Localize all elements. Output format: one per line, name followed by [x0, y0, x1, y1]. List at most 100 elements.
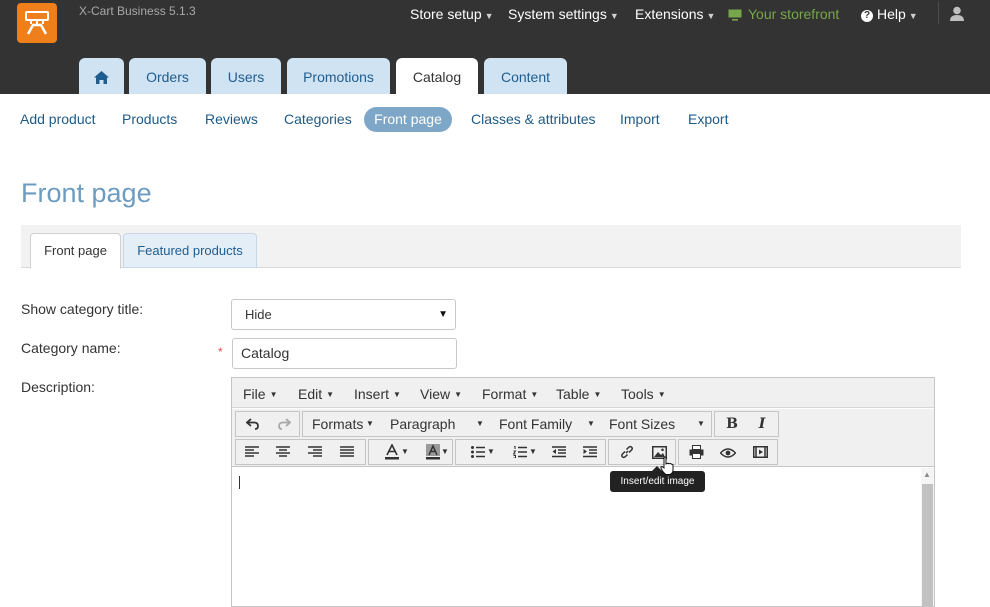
indent-button[interactable] [576, 440, 604, 464]
category-name-input[interactable]: Catalog [232, 338, 457, 369]
menu-format[interactable]: Format ▼ [482, 386, 538, 402]
align-left-icon [245, 446, 259, 457]
outdent-button[interactable] [545, 440, 573, 464]
align-left-button[interactable] [238, 440, 266, 464]
tab-users[interactable]: Users [211, 58, 281, 94]
description-label: Description: [21, 379, 95, 395]
justify-button[interactable] [333, 440, 361, 464]
format-dropdowns-group: Formats ▼ Paragraph ▼ Font Family ▼ Font… [302, 411, 712, 437]
justify-icon [340, 446, 354, 457]
formats-label: Formats [312, 416, 364, 432]
scroll-up-arrow-icon[interactable]: ▲ [923, 470, 931, 479]
italic-button[interactable]: I [749, 412, 775, 436]
subnav-add-product[interactable]: Add product [20, 111, 96, 127]
hand-cursor-icon [660, 456, 674, 475]
subnav-products[interactable]: Products [122, 111, 177, 127]
paragraph-dropdown[interactable]: Paragraph [390, 412, 490, 436]
menu-tools[interactable]: Tools ▼ [621, 386, 666, 402]
bullet-list-button[interactable]: ▼ [460, 440, 496, 464]
nav-extensions-label: Extensions [635, 6, 704, 22]
menu-file-label: File [243, 386, 266, 402]
nav-extensions[interactable]: Extensions ▼ [635, 6, 715, 22]
xcart-logo-icon [25, 11, 49, 35]
subnav-categories[interactable]: Categories [284, 111, 352, 127]
undo-button[interactable] [240, 412, 266, 436]
emphasis-group: B I [714, 411, 779, 437]
nav-help[interactable]: ? Help ▼ [861, 6, 918, 22]
outdent-icon [552, 446, 566, 458]
print-button[interactable] [681, 440, 711, 464]
chevron-down-icon: ▼ [706, 11, 716, 21]
insert-link-button[interactable] [612, 440, 642, 464]
nav-your-storefront-label: Your storefront [748, 6, 840, 22]
bold-button[interactable]: B [719, 412, 745, 436]
menu-file[interactable]: File ▼ [243, 386, 277, 402]
editor-menubar: File ▼ Edit ▼ Insert ▼ View ▼ Format ▼ Table ▼… [232, 378, 934, 408]
print-icon [689, 445, 703, 459]
font-family-label: Font Family [499, 416, 573, 432]
chevron-down-icon: ▼ [587, 419, 595, 428]
nav-store-setup[interactable]: Store setup ▼ [410, 6, 494, 22]
align-center-icon [276, 446, 290, 457]
show-category-title-select[interactable]: Hide ▼ [231, 299, 456, 330]
align-center-button[interactable] [269, 440, 297, 464]
menu-table-label: Table [556, 386, 590, 402]
editor-scrollbar[interactable]: ▲ [921, 468, 934, 606]
tab-orders[interactable]: Orders [129, 58, 206, 94]
tab-promotions[interactable]: Promotions [287, 58, 390, 94]
tab-home[interactable] [79, 58, 124, 94]
chevron-down-icon: ▼ [697, 419, 705, 428]
list-group: ▼ ▼ [455, 439, 606, 465]
menu-table[interactable]: Table ▼ [556, 386, 601, 402]
font-sizes-dropdown[interactable]: Font Sizes [609, 412, 709, 436]
editor-content-area[interactable] [232, 468, 922, 606]
menu-insert[interactable]: Insert ▼ [354, 386, 401, 402]
text-color-button[interactable]: ▼ [373, 440, 411, 464]
nav-your-storefront[interactable]: Your storefront [728, 6, 839, 22]
description-editor: File ▼ Edit ▼ Insert ▼ View ▼ Format ▼ Table ▼… [231, 377, 935, 607]
subnav-front-page[interactable]: Front page [364, 107, 452, 132]
chevron-down-icon: ▼ [393, 390, 401, 399]
menu-edit[interactable]: Edit ▼ [298, 386, 334, 402]
help-icon: ? [861, 10, 873, 22]
tab-catalog[interactable]: Catalog [396, 58, 478, 94]
text-color-icon [385, 443, 399, 460]
link-icon [621, 445, 633, 459]
indent-icon [583, 446, 597, 458]
font-sizes-label: Font Sizes [609, 416, 676, 432]
user-icon[interactable] [949, 6, 965, 21]
menu-insert-label: Insert [354, 386, 390, 402]
chevron-down-icon: ▼ [476, 419, 484, 428]
subnav-reviews[interactable]: Reviews [205, 111, 258, 127]
history-group [235, 411, 300, 437]
category-name-label: Category name: [21, 340, 121, 356]
preview-icon [719, 448, 737, 458]
nav-system-settings[interactable]: System settings ▼ [508, 6, 619, 22]
color-group: ▼ ▼ [368, 439, 453, 465]
nav-store-setup-label: Store setup [410, 6, 482, 22]
xcart-logo[interactable] [17, 3, 57, 43]
font-family-dropdown[interactable]: Font Family [499, 412, 599, 436]
nav-system-settings-label: System settings [508, 6, 607, 22]
dropdown-arrow-icon: ▼ [438, 309, 448, 320]
chevron-down-icon: ▼ [326, 390, 335, 399]
scrollbar-thumb[interactable] [922, 484, 933, 606]
align-right-button[interactable] [301, 440, 329, 464]
preview-button[interactable] [713, 440, 743, 464]
background-color-button[interactable]: ▼ [415, 440, 451, 464]
tab-content[interactable]: Content [484, 58, 567, 94]
subnav-import[interactable]: Import [620, 111, 660, 127]
background-color-icon [426, 444, 440, 460]
menu-tools-label: Tools [621, 386, 654, 402]
media-button[interactable] [745, 440, 775, 464]
chevron-down-icon: ▼ [454, 390, 463, 399]
tab-featured-products[interactable]: Featured products [123, 233, 257, 268]
menu-view[interactable]: View ▼ [420, 386, 462, 402]
numbered-list-button[interactable]: ▼ [500, 440, 540, 464]
tab-front-page[interactable]: Front page [30, 233, 121, 269]
chevron-down-icon: ▼ [530, 390, 539, 399]
undo-icon [245, 418, 259, 430]
redo-button[interactable] [271, 412, 297, 436]
subnav-export[interactable]: Export [688, 111, 728, 127]
subnav-classes-attributes[interactable]: Classes & attributes [471, 111, 596, 127]
